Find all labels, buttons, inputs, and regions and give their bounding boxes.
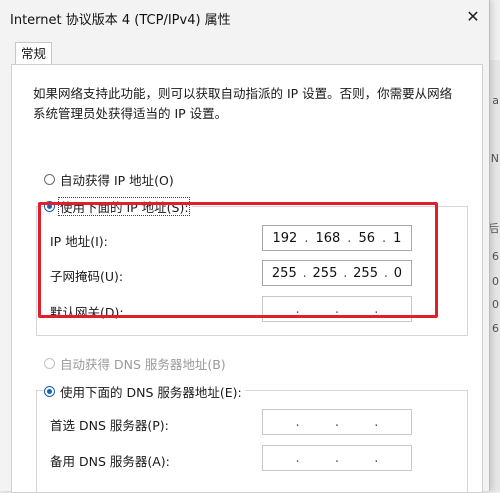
description-text: 如果网络支持此功能，则可以获取自动指派的 IP 设置。否则，你需要从网络系统管理… xyxy=(33,86,453,121)
red-highlight-box xyxy=(38,202,438,318)
radio-off-icon xyxy=(44,358,55,369)
bg-right-char: 0 xyxy=(492,298,499,311)
auto-dns-label: 自动获得 DNS 服务器地址(B) xyxy=(60,357,226,372)
dns-settings-group xyxy=(36,390,468,492)
preferred-dns-label: 首选 DNS 服务器(P): xyxy=(50,418,169,433)
radio-on-icon xyxy=(44,386,55,397)
bg-right-char: 6 xyxy=(492,322,499,335)
auto-ip-label: 自动获得 IP 地址(O) xyxy=(60,173,174,188)
bg-right-char: N xyxy=(490,152,499,165)
tab-general[interactable]: 常规 xyxy=(15,42,52,65)
radio-off-icon xyxy=(44,174,55,185)
alternate-dns-input[interactable]: . . . xyxy=(262,445,412,471)
alternate-dns-label: 备用 DNS 服务器(A): xyxy=(50,454,170,469)
bg-right-char: a xyxy=(492,94,499,107)
auto-dns-radio[interactable]: 自动获得 DNS 服务器地址(B) xyxy=(44,354,226,373)
manual-dns-radio[interactable]: 使用下面的 DNS 服务器地址(E): xyxy=(44,382,245,401)
ipv4-properties-dialog: Internet 协议版本 4 (TCP/IPv4) 属性 ✕ 常规 如果网络支… xyxy=(0,0,490,493)
window-title: Internet 协议版本 4 (TCP/IPv4) 属性 xyxy=(10,13,231,28)
bg-right-char: 6 xyxy=(492,250,499,263)
manual-dns-label: 使用下面的 DNS 服务器地址(E): xyxy=(60,385,242,400)
auto-ip-radio[interactable]: 自动获得 IP 地址(O) xyxy=(44,170,174,189)
close-icon[interactable]: ✕ xyxy=(462,6,484,28)
bg-right-char: 0 xyxy=(492,275,499,288)
preferred-dns-input[interactable]: . . . xyxy=(262,409,412,435)
title-bar[interactable]: Internet 协议版本 4 (TCP/IPv4) 属性 ✕ xyxy=(0,0,489,34)
